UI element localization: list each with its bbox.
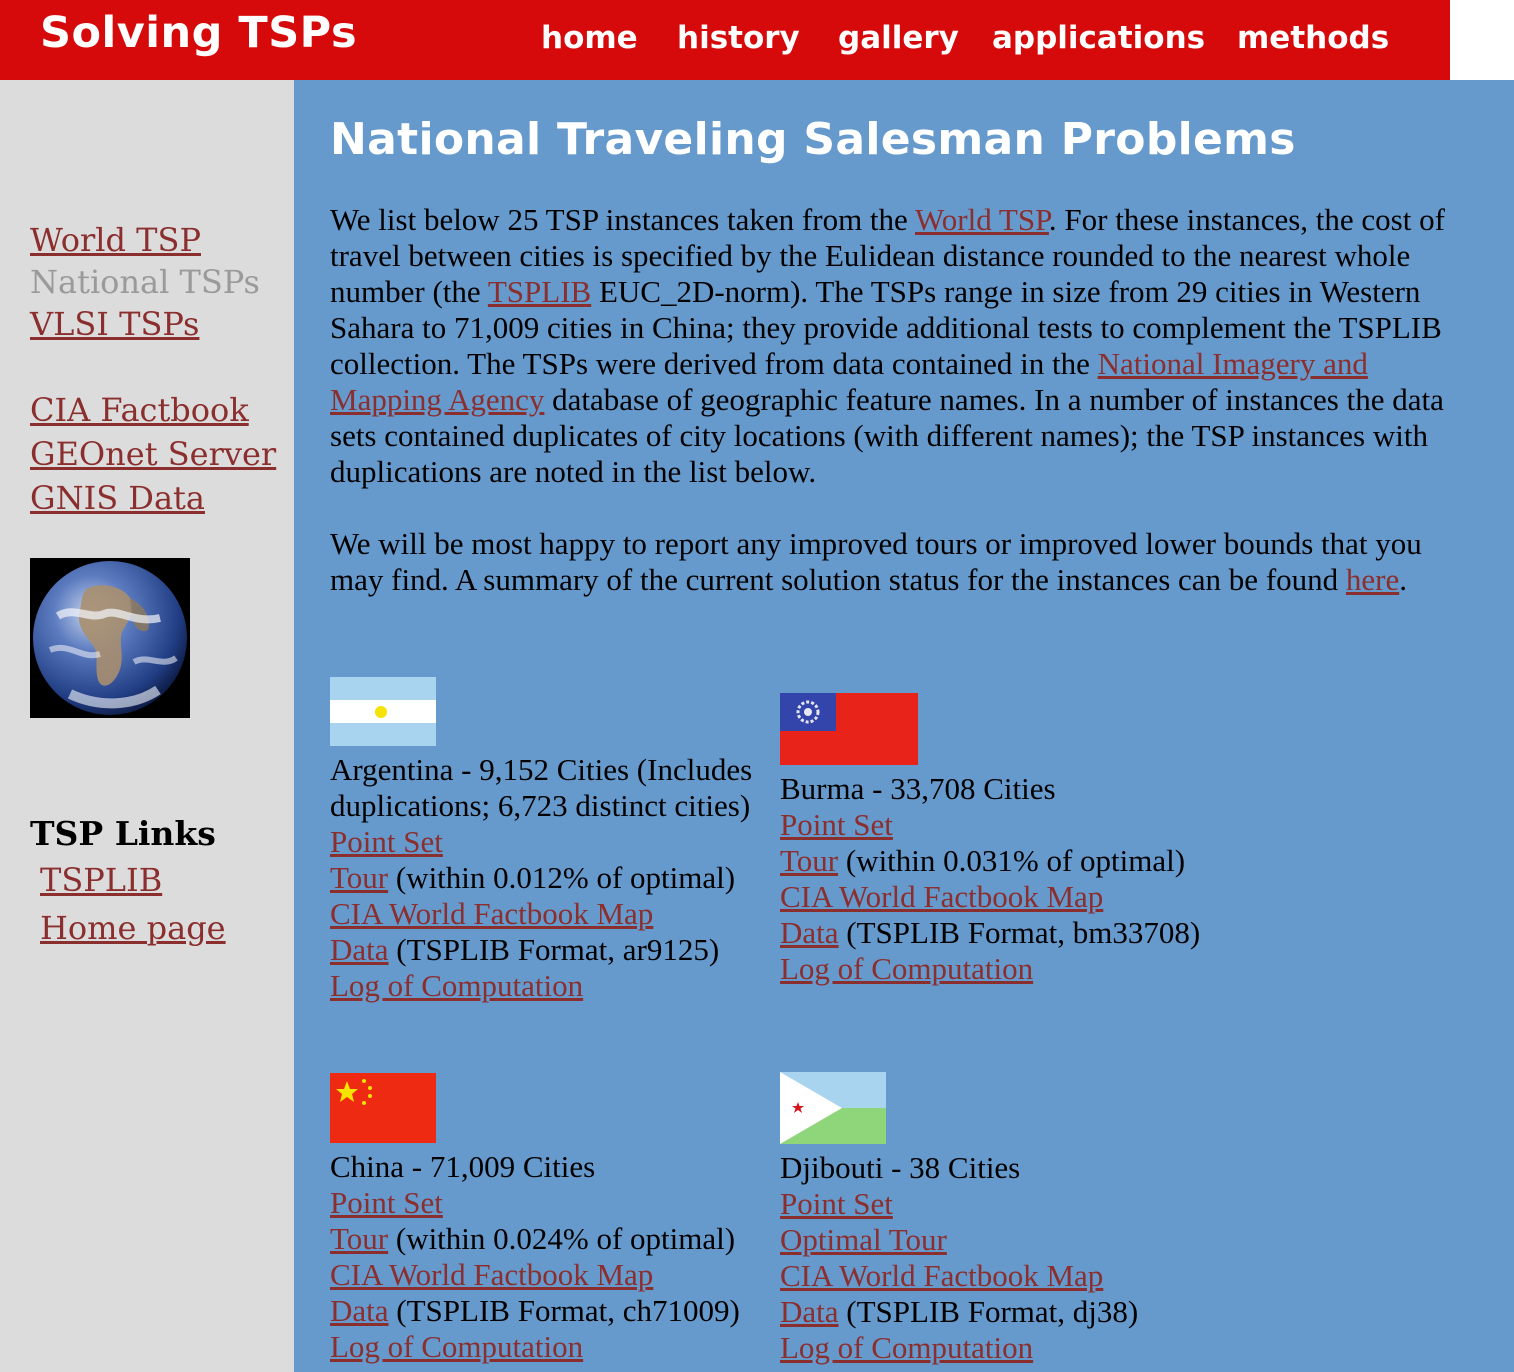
tour-link[interactable]: Tour [780, 843, 838, 878]
data-link[interactable]: Data [330, 932, 389, 967]
page-title: National Traveling Salesman Problems [330, 114, 1296, 165]
site-header: Solving TSPs home history gallery applic… [0, 0, 1450, 80]
log-link[interactable]: Log of Computation [780, 951, 1033, 986]
tour-link[interactable]: Tour [330, 1221, 388, 1256]
data-note: (TSPLIB Format, dj38) [838, 1294, 1139, 1329]
sidebar-link-tsplib[interactable]: TSPLIB [40, 860, 162, 900]
country-entry-china: China - 71,009 Cities Point Set Tour (wi… [330, 1073, 775, 1365]
burma-flag-icon [780, 693, 918, 765]
log-link[interactable]: Log of Computation [330, 1329, 583, 1364]
sidebar-link-vlsi-tsps[interactable]: VLSI TSPs [30, 304, 199, 344]
earth-globe-icon [30, 558, 190, 718]
link-world-tsp[interactable]: World TSP [915, 202, 1049, 237]
nav-home[interactable]: home [541, 20, 638, 56]
sidebar-link-cia-factbook[interactable]: CIA Factbook [30, 390, 249, 430]
status-text: We will be most happy to report any impr… [330, 526, 1422, 597]
point-set-link[interactable]: Point Set [330, 824, 443, 859]
status-text: . [1399, 562, 1407, 597]
cia-map-link[interactable]: CIA World Factbook Map [330, 896, 653, 931]
country-heading: China - 71,009 Cities [330, 1149, 596, 1184]
country-entry-djibouti: Djibouti - 38 Cities Point Set Optimal T… [780, 1072, 1225, 1366]
data-note: (TSPLIB Format, bm33708) [838, 915, 1201, 950]
optimal-tour-link[interactable]: Optimal Tour [780, 1222, 947, 1257]
log-link[interactable]: Log of Computation [780, 1330, 1033, 1365]
sidebar-link-geonet-server[interactable]: GEOnet Server [30, 434, 276, 474]
tour-link[interactable]: Tour [330, 860, 388, 895]
djibouti-flag-icon [780, 1072, 886, 1144]
cia-map-link[interactable]: CIA World Factbook Map [780, 879, 1103, 914]
link-here[interactable]: here [1346, 562, 1399, 597]
log-link[interactable]: Log of Computation [330, 968, 583, 1003]
site-title: Solving TSPs [40, 8, 358, 58]
tour-note: (within 0.031% of optimal) [838, 843, 1186, 878]
main-content: National Traveling Salesman Problems We … [294, 80, 1514, 1372]
sidebar-link-gnis-data[interactable]: GNIS Data [30, 478, 205, 518]
country-entry-burma: Burma - 33,708 Cities Point Set Tour (wi… [780, 693, 1225, 987]
data-link[interactable]: Data [780, 1294, 839, 1329]
sidebar-link-home-page[interactable]: Home page [40, 908, 226, 948]
intro-paragraph: We list below 25 TSP instances taken fro… [330, 202, 1460, 490]
tour-note: (within 0.024% of optimal) [388, 1221, 736, 1256]
data-note: (TSPLIB Format, ch71009) [388, 1293, 740, 1328]
sidebar-link-national-tsps-current: National TSPs [30, 263, 260, 301]
data-link[interactable]: Data [780, 915, 839, 950]
status-paragraph: We will be most happy to report any impr… [330, 526, 1460, 598]
nav-methods[interactable]: methods [1237, 20, 1389, 56]
sidebar-link-world-tsp[interactable]: World TSP [30, 220, 201, 260]
sidebar: World TSP National TSPs VLSI TSPs CIA Fa… [0, 80, 294, 1372]
point-set-link[interactable]: Point Set [780, 1186, 893, 1221]
data-link[interactable]: Data [330, 1293, 389, 1328]
argentina-flag-icon [330, 677, 436, 746]
link-tsplib[interactable]: TSPLIB [488, 274, 591, 309]
nav-history[interactable]: history [677, 20, 800, 56]
tsp-links-heading: TSP Links [30, 814, 216, 853]
point-set-link[interactable]: Point Set [330, 1185, 443, 1220]
tour-note: (within 0.012% of optimal) [388, 860, 736, 895]
cia-map-link[interactable]: CIA World Factbook Map [780, 1258, 1103, 1293]
china-flag-icon [330, 1073, 436, 1143]
point-set-link[interactable]: Point Set [780, 807, 893, 842]
country-heading: Djibouti - 38 Cities [780, 1150, 1021, 1185]
data-note: (TSPLIB Format, ar9125) [388, 932, 720, 967]
cia-map-link[interactable]: CIA World Factbook Map [330, 1257, 653, 1292]
country-heading: Argentina - 9,152 Cities (Includes dupli… [330, 752, 753, 823]
nav-applications[interactable]: applications [992, 20, 1205, 56]
nav-gallery[interactable]: gallery [838, 20, 959, 56]
country-heading: Burma - 33,708 Cities [780, 771, 1056, 806]
intro-text: We list below 25 TSP instances taken fro… [330, 202, 915, 237]
country-entry-argentina: Argentina - 9,152 Cities (Includes dupli… [330, 677, 775, 1004]
